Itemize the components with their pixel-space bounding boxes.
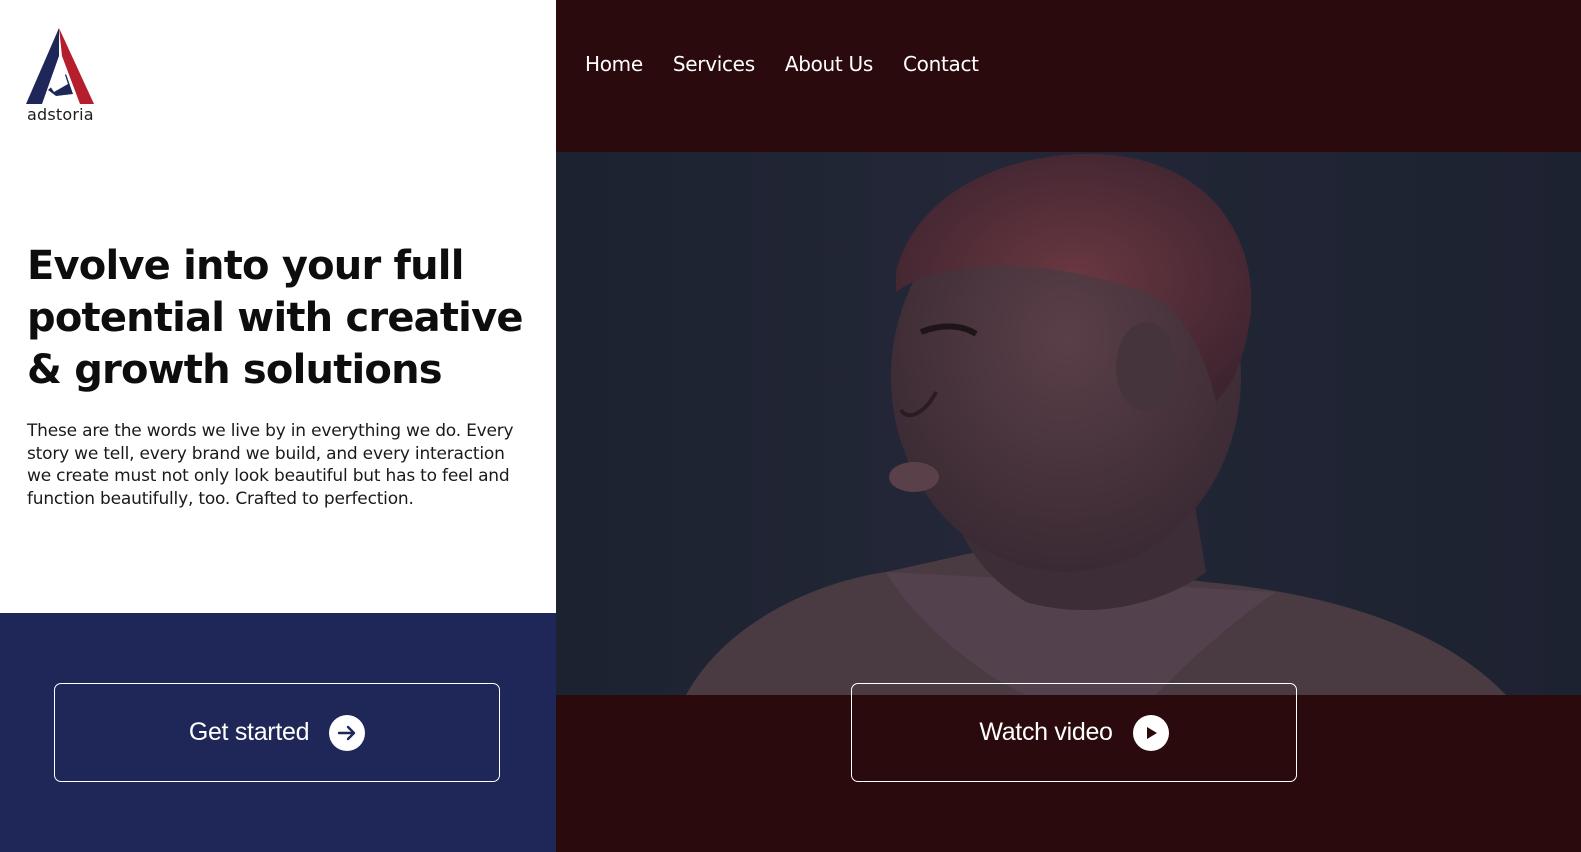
- nav-item-about-us[interactable]: About Us: [785, 52, 873, 76]
- nav-item-services[interactable]: Services: [673, 52, 755, 76]
- watch-video-label: Watch video: [979, 718, 1113, 746]
- main-nav: Home Services About Us Contact: [585, 52, 979, 76]
- hero-headline: Evolve into your full potential with cre…: [27, 243, 523, 393]
- intro-panel: adstoria Evolve into your full potential…: [0, 0, 556, 613]
- landing-page: adstoria Evolve into your full potential…: [0, 0, 1581, 852]
- nav-item-home[interactable]: Home: [585, 52, 643, 76]
- watch-video-button[interactable]: Watch video: [851, 683, 1297, 782]
- get-started-button[interactable]: Get started: [54, 683, 500, 782]
- hero-video-still: [556, 152, 1581, 695]
- logo-wordmark: adstoria: [27, 105, 94, 124]
- logo-mark-icon: [26, 28, 94, 104]
- person-photo: [686, 153, 1506, 695]
- brand-logo[interactable]: adstoria: [26, 26, 96, 128]
- nav-item-contact[interactable]: Contact: [903, 52, 979, 76]
- hero-body: These are the words we live by in everyt…: [27, 421, 514, 509]
- get-started-label: Get started: [188, 718, 310, 746]
- play-icon: [1132, 714, 1169, 751]
- arrow-right-icon: [329, 714, 366, 751]
